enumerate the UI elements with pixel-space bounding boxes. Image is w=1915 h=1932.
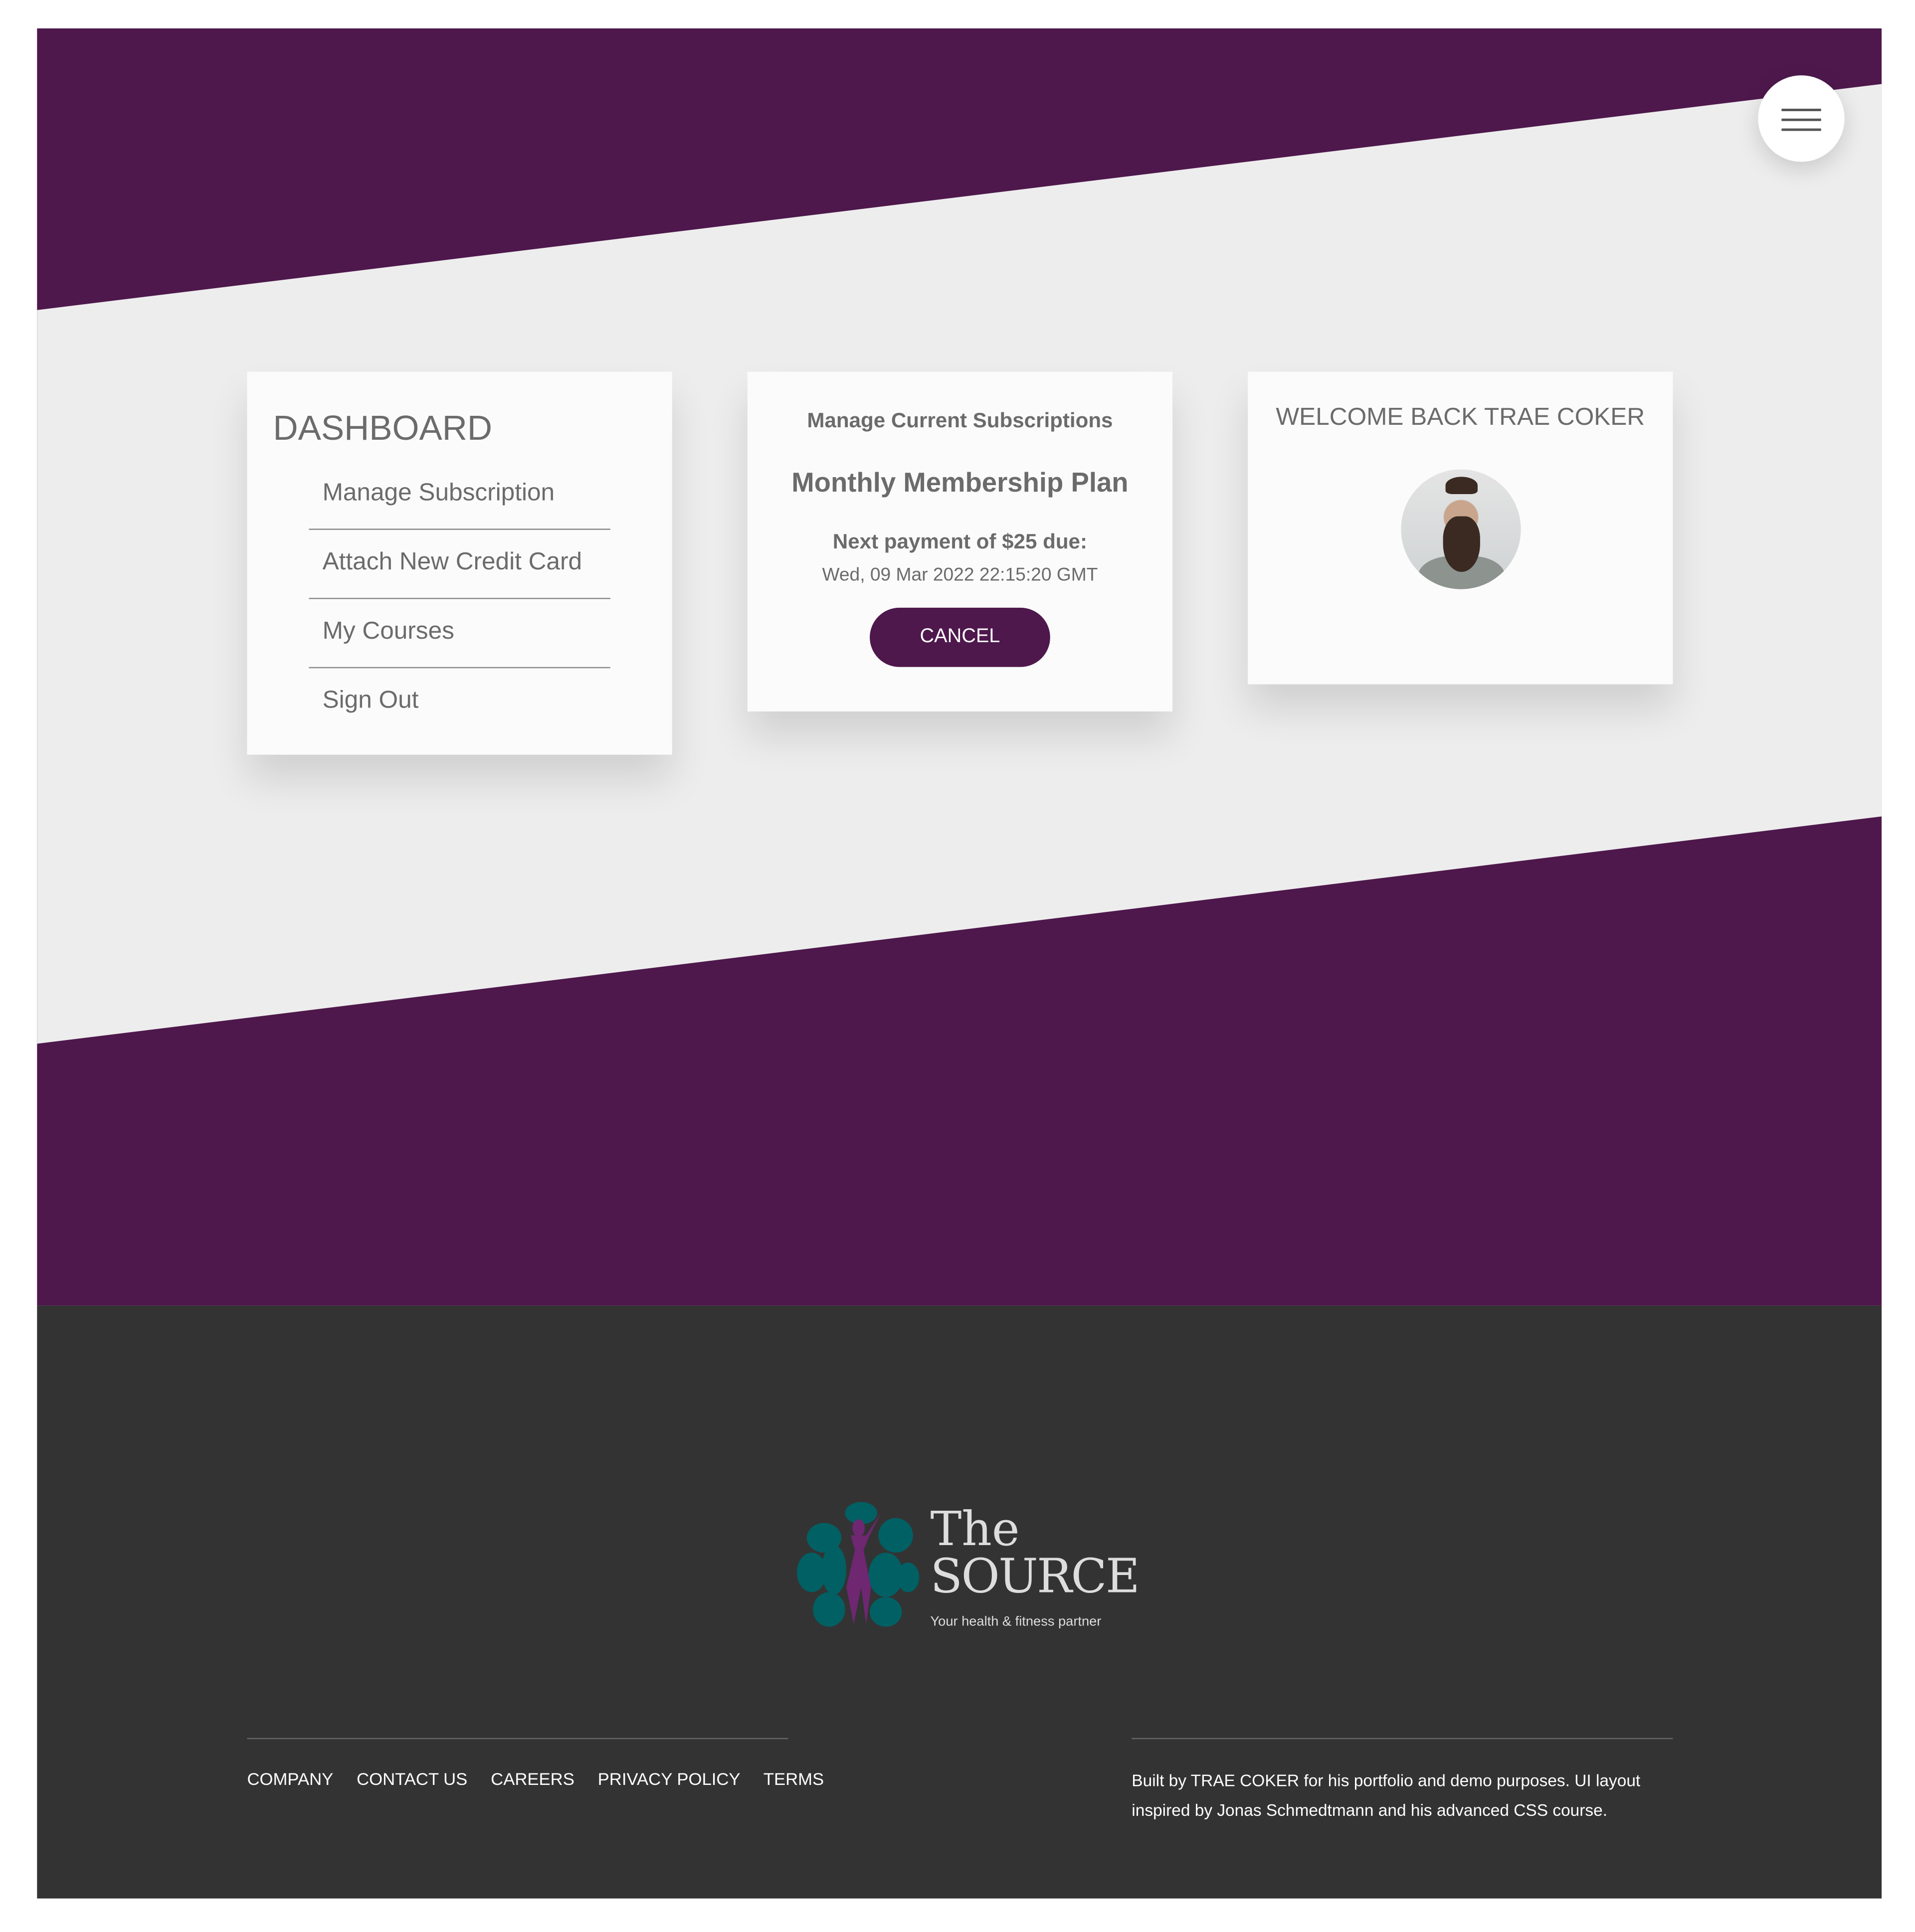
next-payment: Next payment of $25 due:: [832, 529, 1088, 553]
subscription-heading: Manage Current Subscriptions: [807, 409, 1113, 433]
footer-link-careers[interactable]: CAREERS: [491, 1769, 574, 1789]
avatar: [1400, 469, 1521, 589]
dashboard-title: DASHBOARD: [273, 409, 492, 447]
nav-sign-out[interactable]: Sign Out: [309, 668, 610, 736]
avatar-hair: [1445, 477, 1477, 494]
nav-manage-subscription[interactable]: Manage Subscription: [309, 461, 610, 530]
dashboard-card: DASHBOARD Manage Subscription Attach New…: [247, 371, 672, 755]
hamburger-menu-button[interactable]: [1758, 75, 1845, 162]
subscription-card: Manage Current Subscriptions Monthly Mem…: [747, 371, 1173, 711]
nav-my-courses[interactable]: My Courses: [309, 599, 610, 669]
page: DASHBOARD Manage Subscription Attach New…: [0, 0, 1915, 1932]
footer-credit: Built by TRAE COKER for his portfolio an…: [1132, 1771, 1641, 1820]
footer-link-terms[interactable]: TERMS: [764, 1769, 824, 1789]
logo-tagline: Your health & fitness partner: [930, 1614, 1102, 1629]
plan-name: Monthly Membership Plan: [791, 467, 1129, 498]
logo: The SOURCE Your health & fitness partner: [796, 1501, 1143, 1637]
dashboard-nav: Manage Subscription Attach New Credit Ca…: [309, 461, 610, 736]
footer-link-contact-us[interactable]: CONTACT US: [357, 1769, 467, 1789]
footer-link-company[interactable]: COMPANY: [247, 1769, 333, 1789]
footer-divider-right: [1132, 1738, 1673, 1740]
logo-text-the: The: [930, 1502, 1020, 1557]
avatar-beard: [1442, 516, 1480, 572]
hamburger-icon-line: [1781, 128, 1821, 131]
footer-links: COMPANY CONTACT US CAREERS PRIVACY POLIC…: [247, 1769, 842, 1789]
footer-divider-left: [247, 1738, 788, 1740]
logo-text-source: SOURCE: [930, 1549, 1140, 1603]
welcome-text: WELCOME BACK TRAE COKER: [1276, 404, 1645, 431]
nav-attach-credit-card[interactable]: Attach New Credit Card: [309, 530, 610, 599]
due-date: Wed, 09 Mar 2022 22:15:20 GMT: [822, 564, 1098, 586]
hamburger-icon-line: [1781, 118, 1821, 121]
logo-icon: [796, 1502, 920, 1627]
hamburger-icon: [1781, 109, 1821, 111]
footer: The SOURCE Your health & fitness partner…: [37, 1305, 1882, 1899]
cancel-button[interactable]: CANCEL: [870, 607, 1050, 667]
footer-link-privacy-policy[interactable]: PRIVACY POLICY: [598, 1769, 741, 1789]
welcome-card: WELCOME BACK TRAE COKER: [1248, 371, 1673, 685]
